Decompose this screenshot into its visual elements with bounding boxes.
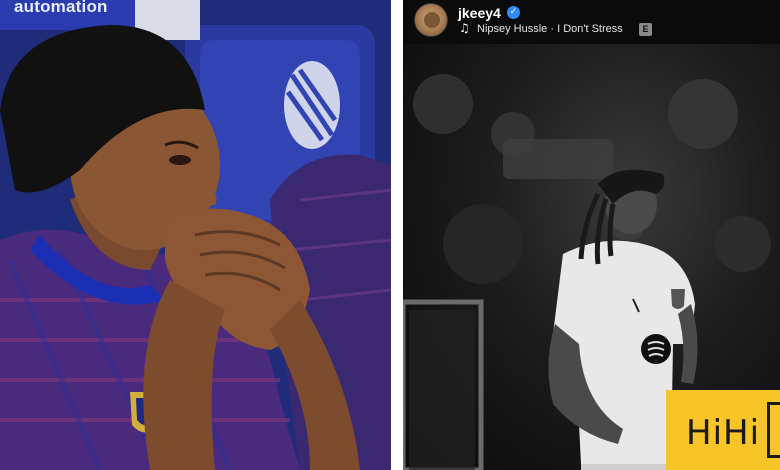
bench-photo: automation xyxy=(0,0,391,470)
post-header: jkeey4 ✓ ♫ Nipsey Hussle · I Don't Stres… xyxy=(403,0,780,44)
watermark-text: HiHi xyxy=(686,413,761,453)
avatar-image xyxy=(424,12,440,28)
divider xyxy=(391,0,403,470)
song-title[interactable]: Nipsey Hussle · I Don't Stress xyxy=(477,23,623,35)
bench-photo-illustration xyxy=(0,0,391,470)
music-note-icon: ♫ xyxy=(459,21,470,35)
watermark-logo: HiHi xyxy=(666,390,780,470)
banner-text: automation xyxy=(14,0,108,16)
verified-badge-icon: ✓ xyxy=(507,6,520,19)
watermark-bracket xyxy=(767,402,780,458)
avatar[interactable] xyxy=(414,3,448,37)
explicit-badge: E xyxy=(639,23,652,36)
username[interactable]: jkeey4 xyxy=(458,5,501,21)
